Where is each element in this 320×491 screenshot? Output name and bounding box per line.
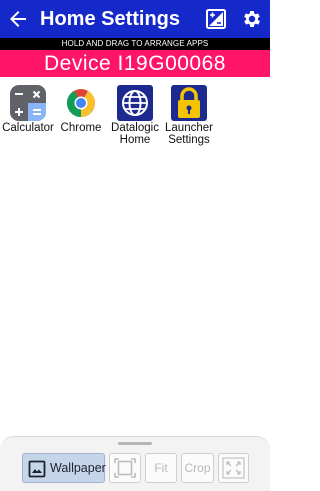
wallpaper-icon xyxy=(28,460,46,478)
fill-frame-icon xyxy=(114,458,136,478)
drag-handle[interactable] xyxy=(118,442,152,445)
expand-icon xyxy=(222,457,245,479)
gear-icon xyxy=(244,11,260,27)
calculator-icon xyxy=(9,84,47,122)
app-bar: Home Settings xyxy=(0,0,270,38)
fill-button[interactable] xyxy=(109,453,141,483)
wallpaper-label: Wallpaper xyxy=(50,461,106,475)
globe-icon xyxy=(116,84,154,122)
settings-button[interactable] xyxy=(241,8,263,30)
drag-hint: HOLD AND DRAG TO ARRANGE APPS xyxy=(0,38,270,50)
back-button[interactable] xyxy=(6,7,30,31)
wallpaper-button[interactable]: Wallpaper xyxy=(22,453,106,483)
expand-button[interactable] xyxy=(218,453,249,483)
arrow-back-icon xyxy=(10,11,26,27)
chrome-icon xyxy=(62,84,100,122)
page-title: Home Settings xyxy=(40,8,181,30)
crop-button[interactable]: Crop xyxy=(181,453,214,483)
wallpaper-icon xyxy=(206,9,226,29)
wallpaper-settings-button[interactable] xyxy=(205,8,227,30)
device-banner: Device I19G00068 xyxy=(0,50,270,77)
app-label: Launcher Settings xyxy=(165,122,213,146)
fit-button[interactable]: Fit xyxy=(145,453,177,483)
app-launcher-settings[interactable]: Launcher Settings xyxy=(156,84,222,146)
lock-icon xyxy=(170,84,208,122)
